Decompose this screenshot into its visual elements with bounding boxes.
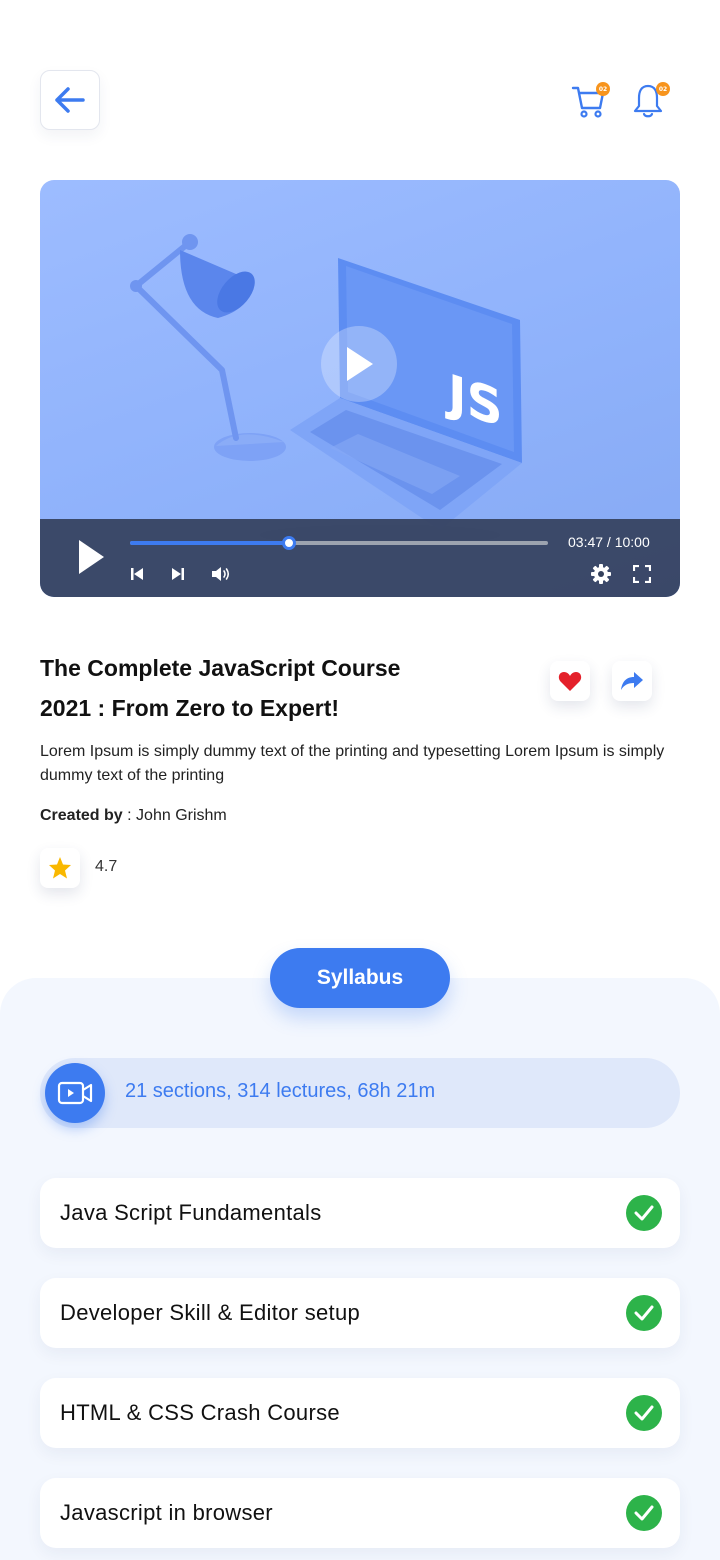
section-item[interactable]: HTML & CSS Crash Course	[40, 1378, 680, 1448]
volume-icon	[212, 567, 230, 581]
notifications-button[interactable]: 02	[630, 80, 670, 120]
syllabus-summary: 21 sections, 314 lectures, 68h 21m	[40, 1058, 680, 1128]
check-circle-icon	[626, 1295, 662, 1331]
back-button[interactable]	[40, 70, 100, 130]
previous-button[interactable]	[128, 565, 146, 583]
section-label: Javascript in browser	[60, 1500, 273, 1525]
skip-next-icon	[172, 568, 184, 580]
section-item[interactable]: Developer Skill & Editor setup	[40, 1278, 680, 1348]
section-label: Developer Skill & Editor setup	[60, 1300, 361, 1325]
course-title: The Complete JavaScript Course 2021 : Fr…	[40, 648, 510, 728]
syllabus-tab[interactable]: Syllabus	[270, 948, 450, 1008]
play-icon	[79, 540, 104, 574]
video-camera-icon-badge	[45, 1063, 105, 1123]
course-title-line-1: The Complete JavaScript Course	[40, 655, 401, 681]
play-button[interactable]	[76, 537, 106, 577]
rating-badge	[40, 848, 80, 888]
rating-value: 4.7	[95, 858, 118, 875]
author-name: John Grishm	[136, 807, 227, 824]
volume-button[interactable]	[210, 564, 232, 584]
video-player[interactable]: JS 03:47 / 10:00	[40, 180, 680, 597]
section-label: Java Script Fundamentals	[60, 1200, 322, 1225]
star-icon	[49, 857, 71, 879]
created-by-label: Created by	[40, 807, 123, 824]
created-by-separator: :	[122, 807, 137, 824]
progress-bar[interactable]	[130, 536, 548, 550]
next-button[interactable]	[169, 565, 187, 583]
play-overlay-button[interactable]	[321, 326, 397, 402]
syllabus-summary-text: 21 sections, 314 lectures, 68h 21m	[125, 1080, 436, 1102]
fullscreen-icon	[633, 565, 651, 583]
time-display: 03:47 / 10:00	[568, 534, 650, 550]
settings-button[interactable]	[590, 563, 612, 585]
skip-previous-icon	[131, 568, 143, 580]
cart-badge: 02	[596, 82, 610, 96]
course-title-line-2: 2021 : From Zero to Expert!	[40, 695, 340, 721]
favorite-button[interactable]	[550, 661, 590, 701]
fullscreen-button[interactable]	[631, 563, 653, 585]
video-controls: 03:47 / 10:00	[40, 519, 680, 597]
progress-handle[interactable]	[281, 536, 296, 550]
arrow-left-icon	[55, 87, 85, 113]
created-by: Created by : John Grishm	[40, 807, 227, 825]
course-description: Lorem Ipsum is simply dummy text of the …	[40, 743, 665, 784]
section-label: HTML & CSS Crash Course	[60, 1400, 340, 1425]
check-circle-icon	[626, 1495, 662, 1531]
play-icon	[347, 347, 373, 381]
gear-icon	[591, 564, 611, 584]
notification-badge: 02	[656, 82, 670, 96]
cart-button[interactable]: 02	[570, 80, 610, 120]
share-icon	[621, 672, 643, 690]
check-circle-icon	[626, 1395, 662, 1431]
progress-fill	[130, 541, 289, 545]
section-item[interactable]: Java Script Fundamentals	[40, 1178, 680, 1248]
section-item[interactable]: Javascript in browser	[40, 1478, 680, 1548]
heart-icon	[558, 672, 582, 691]
share-button[interactable]	[612, 661, 652, 701]
video-camera-icon	[57, 1081, 93, 1105]
check-circle-icon	[626, 1195, 662, 1231]
